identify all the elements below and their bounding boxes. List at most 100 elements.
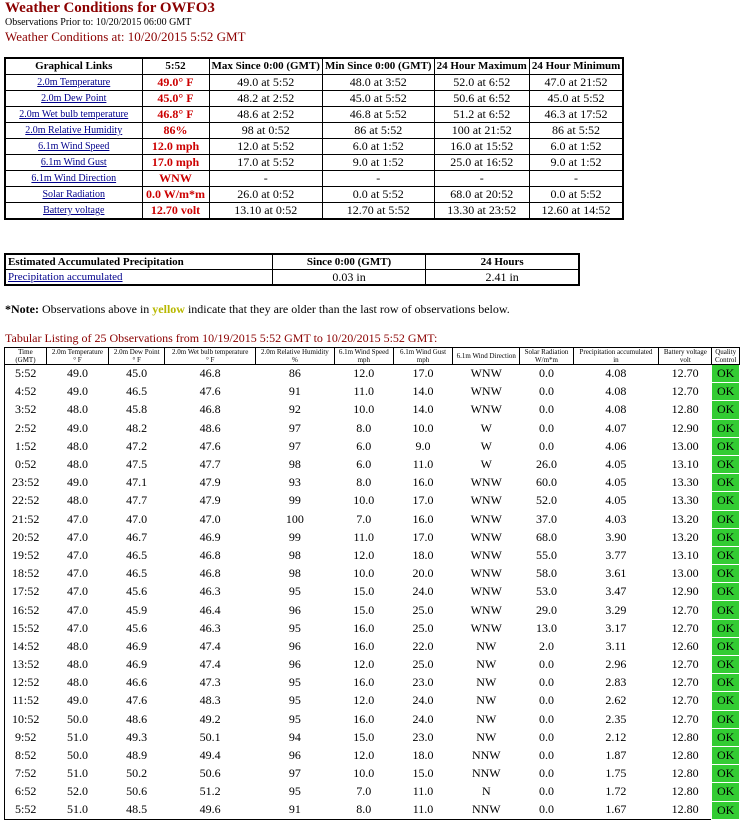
table-cell: 23.0 [412,675,434,690]
table-cell: 46.3 [199,620,221,635]
table-cell: 4.06 [605,438,627,453]
summary-row: 6.1m Wind Direction WNW - - - - [4,170,624,187]
graphical-link[interactable]: 2.0m Relative Humidity [25,125,122,136]
summary-header: 24 Hour Maximum [433,57,530,75]
quality-control-badge: OK [711,782,740,802]
table-cell: NW [476,693,497,708]
table-cell: 0.0 [539,657,554,672]
table-cell: 6.0 [356,457,372,472]
table-cell: 7:52 [15,766,37,781]
precip-row: Precipitation accumulated 0.03 in 2.41 i… [4,269,580,286]
table-cell: 3.61 [605,566,627,581]
graphical-link[interactable]: 2.0m Dew Point [41,93,106,104]
table-cell: 46.5 [126,547,148,562]
graphical-link[interactable]: Solar Radiation [43,189,106,200]
table-cell: NNW [471,766,501,781]
table-row: 18:52 47.0 46.5 46.8 98 10.0 20.0 WNW 58.0 3.61 13… [5,564,740,584]
table-cell: N [481,784,491,799]
table-cell: WNW [470,584,502,599]
min-since-value: 9.0 at 1:52 [321,154,435,171]
table-cell: 47.7 [126,493,148,508]
table-cell: 48.6 [126,711,148,726]
table-cell: 12.70 [671,711,699,726]
table-cell: 10.0 [353,402,375,417]
table-cell: 15.0 [412,766,434,781]
table-cell: 24.0 [412,584,434,599]
table-cell: WNW [470,602,502,617]
column-header-label: 2.0m Temperature [51,348,104,357]
table-cell: 4.05 [605,457,627,472]
column-header-unit: in [613,356,619,364]
precip-link-cell: Precipitation accumulated [4,269,273,286]
table-cell: 2.35 [605,711,627,726]
table-cell: 13.00 [671,566,699,581]
table-cell: 45.6 [126,584,148,599]
quality-control-badge: OK [711,363,740,384]
summary-header: Graphical Links [4,57,143,75]
graphical-link[interactable]: Battery voltage [43,205,104,216]
observations-column-header: 6.1m Wind Gust mph [392,347,454,365]
observations-table: Time (GMT) 2.0m Temperature ° F 2.0m Dew Poi… [4,347,740,820]
table-cell: NW [476,657,497,672]
table-cell: 52.0 [66,784,88,799]
table-cell: 13.10 [671,547,699,562]
graphical-link[interactable]: 6.1m Wind Gust [41,157,107,168]
table-cell: 16.0 [353,620,375,635]
table-cell: 24.0 [412,711,434,726]
table-cell: 21:52 [12,511,40,526]
table-cell: 20.0 [412,566,434,581]
current-value: WNW [141,170,210,187]
quality-control-badge: OK [711,564,740,584]
table-cell: 13.20 [671,529,699,544]
note-after: indicate that they are older than the la… [184,302,510,316]
table-cell: 98 [288,457,301,472]
min-24h-value: 6.0 at 1:52 [528,138,624,155]
table-cell: 5:52 [15,366,37,381]
summary-row: Solar Radiation 0.0 W/m*m 26.0 at 0:52 0.0 … [4,186,624,203]
table-cell: 47.0 [66,566,88,581]
max-since-value: 17.0 at 5:52 [208,154,323,171]
min-24h-value: 12.60 at 14:52 [528,202,624,220]
table-cell: 17.0 [412,493,434,508]
column-header-unit: % [291,356,298,364]
table-cell: 17:52 [12,584,40,599]
column-header-label: Time [18,348,33,357]
precipitation-accumulated-link[interactable]: Precipitation accumulated [8,271,123,283]
precip-header: Since 0:00 (GMT) [271,253,427,270]
table-cell: 4.05 [605,475,627,490]
table-cell: 11.0 [353,529,375,544]
table-cell: 4.05 [605,493,627,508]
table-cell: 93 [288,475,301,490]
table-row: 5:52 51.0 48.5 49.6 91 8.0 11.0 NNW 0.0 1.67 12.80… [5,800,740,820]
table-cell: 99 [288,529,301,544]
min-since-value: 46.8 at 5:52 [321,106,435,123]
table-cell: 13.00 [671,438,699,453]
quality-control-badge: OK [711,436,740,456]
table-cell: NW [476,729,497,744]
table-cell: 9.0 [415,438,431,453]
table-cell: 98 [288,547,301,562]
graphical-link[interactable]: 2.0m Wet bulb temperature [19,109,128,120]
table-cell: 16:52 [12,602,40,617]
graphical-link[interactable]: 6.1m Wind Speed [38,141,109,152]
max-since-value: 13.10 at 0:52 [208,202,323,220]
summary-row: 6.1m Wind Speed 12.0 mph 12.0 at 5:52 6.0 a… [4,138,624,155]
table-cell: 10.0 [353,766,375,781]
graphical-link[interactable]: 6.1m Wind Direction [31,173,116,184]
table-cell: NW [476,675,497,690]
summary-link-cell: Battery voltage [4,202,143,220]
current-value: 17.0 mph [141,154,210,171]
table-cell: 11:52 [12,693,40,708]
table-cell: 29.0 [536,602,557,617]
table-cell: 46.8 [199,366,221,381]
table-cell: 91 [288,384,301,399]
quality-control-badge: OK [711,745,740,766]
table-cell: 10.0 [412,420,434,435]
note-label: *Note: [5,302,39,316]
quality-control-badge: OK [711,764,740,784]
graphical-link[interactable]: 2.0m Temperature [37,77,110,88]
table-cell: 3.17 [605,620,627,635]
observations-header-row: Time (GMT) 2.0m Temperature ° F 2.0m Dew Poi… [4,347,740,365]
table-cell: 14.0 [412,384,434,399]
table-cell: 47.0 [66,529,88,544]
